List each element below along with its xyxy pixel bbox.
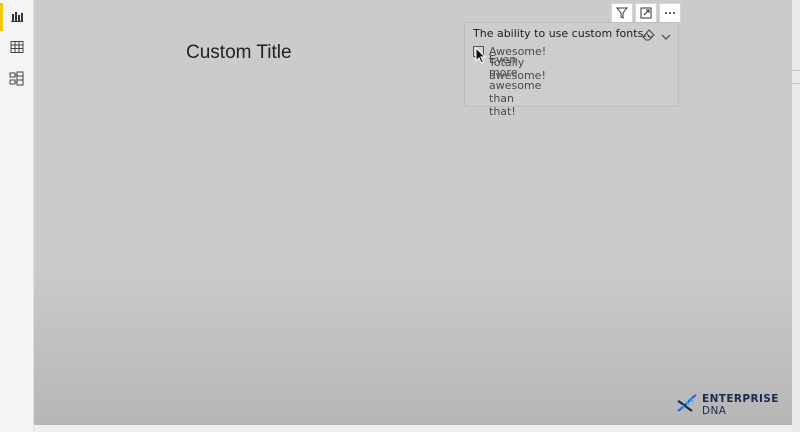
focus-mode-button[interactable] [635, 3, 657, 23]
model-icon [9, 71, 24, 90]
eraser-icon[interactable] [642, 26, 655, 45]
bar-chart-icon [10, 8, 24, 27]
enterprise-dna-logo: ENTERPRISE DNA [676, 393, 800, 417]
more-options-button[interactable] [659, 3, 681, 23]
more-options-icon [664, 4, 676, 23]
mouse-cursor [475, 46, 487, 69]
slicer-visual[interactable]: The ability to use custom fonts... Aweso… [464, 22, 679, 118]
chevron-down-icon[interactable] [661, 26, 671, 45]
logo-word-enterprise: ENTERPRISE [702, 393, 779, 405]
focus-mode-icon [640, 4, 652, 23]
slicer-item-even-more-awesome[interactable]: Even more awesome than that! [473, 53, 541, 118]
slicer-item-label: Even more awesome than that! [489, 53, 542, 118]
left-navigation-rail [0, 0, 34, 432]
canvas-bottom-edge [34, 425, 792, 432]
pane-collapse-handle[interactable] [792, 70, 800, 84]
dna-helix-icon [676, 393, 698, 417]
report-title: Custom Title [186, 42, 292, 63]
model-view-button[interactable] [0, 64, 33, 96]
right-pane-edge [792, 0, 800, 432]
table-icon [10, 39, 24, 58]
filter-icon [615, 4, 629, 23]
report-view-button[interactable] [0, 1, 33, 33]
filter-button[interactable] [611, 3, 633, 23]
logo-word-dna: DNA [702, 405, 727, 417]
data-view-button[interactable] [0, 32, 33, 64]
visual-header-toolbar [611, 3, 681, 23]
